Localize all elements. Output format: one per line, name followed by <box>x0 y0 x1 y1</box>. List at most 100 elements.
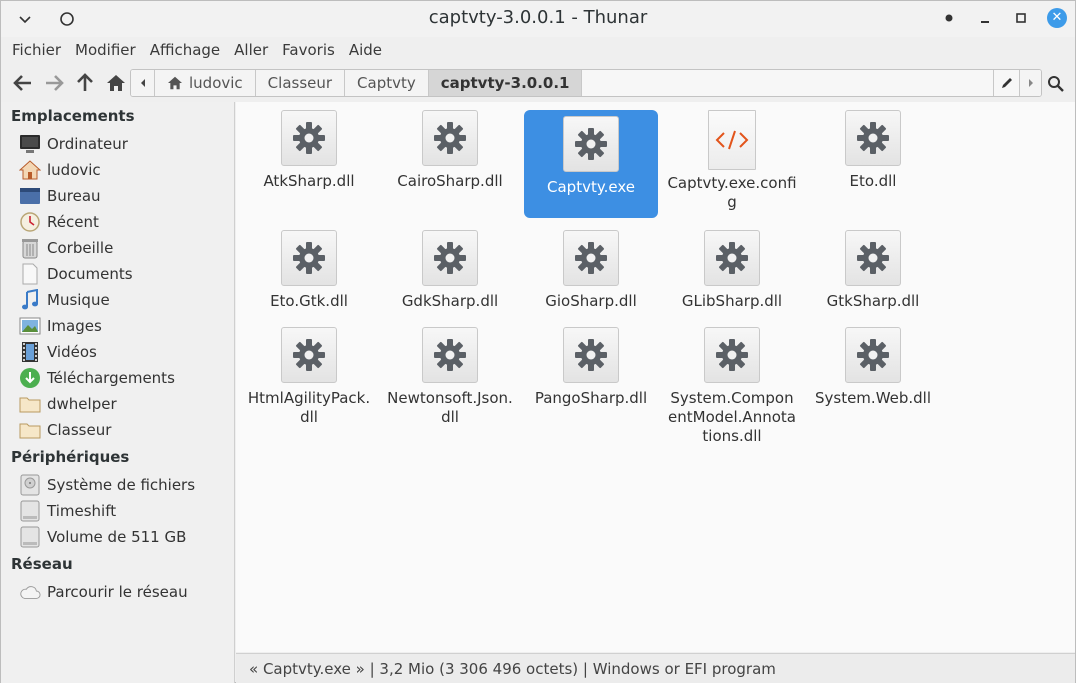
file-item[interactable]: CairoSharp.dll <box>383 110 517 191</box>
gear-icon <box>422 327 478 383</box>
menu-aller[interactable]: Aller <box>233 41 275 59</box>
back-arrow-icon <box>13 75 31 91</box>
chevron-right-icon <box>1028 79 1033 87</box>
sidebar-item-classeur[interactable]: Classeur <box>19 418 111 442</box>
gear-icon <box>845 110 901 166</box>
file-item[interactable]: AtkSharp.dll <box>242 110 376 191</box>
sidebar-item-label: Timeshift <box>47 502 117 520</box>
up-button[interactable] <box>71 69 99 97</box>
file-item[interactable]: Eto.dll <box>806 110 940 191</box>
sidebar-item-videos[interactable]: Vidéos <box>19 340 97 364</box>
hide-icon[interactable] <box>939 8 959 28</box>
back-button[interactable] <box>9 69 37 97</box>
sidebar-item-browse-network[interactable]: Parcourir le réseau <box>19 580 188 604</box>
gear-icon <box>422 230 478 286</box>
sidebar-item-images[interactable]: Images <box>19 314 102 338</box>
forward-button[interactable] <box>40 69 68 97</box>
file-view: AtkSharp.dll CairoSharp.dll Captvty.exe … <box>236 102 1075 652</box>
sidebar-item-documents[interactable]: Documents <box>19 262 133 286</box>
sidebar-item-volume[interactable]: Volume de 511 GB <box>19 525 186 549</box>
edit-location-button[interactable] <box>993 70 1019 96</box>
sidebar-heading-places: Emplacements <box>11 107 135 125</box>
menu-fichier[interactable]: Fichier <box>11 41 68 59</box>
file-item[interactable]: PangoSharp.dll <box>524 327 658 408</box>
drive-icon <box>19 526 41 548</box>
file-item[interactable]: System.ComponentModel.Annotations.dll <box>665 327 799 446</box>
home-button[interactable] <box>102 69 130 97</box>
sidebar-item-label: Vidéos <box>47 343 97 361</box>
file-name: AtkSharp.dll <box>263 172 355 190</box>
breadcrumb-label: ludovic <box>189 74 243 92</box>
file-item[interactable]: GLibSharp.dll <box>665 230 799 311</box>
home-icon <box>168 76 182 90</box>
menu-aide[interactable]: Aide <box>348 41 389 59</box>
maximize-icon[interactable] <box>1011 8 1031 28</box>
search-icon <box>1048 76 1064 92</box>
search-button[interactable] <box>1045 73 1067 95</box>
file-name: Captvty.exe <box>547 178 635 196</box>
forward-arrow-icon <box>46 75 64 91</box>
breadcrumb-spacer <box>582 70 993 96</box>
drive-icon <box>19 474 41 496</box>
sidebar-item-label: Ordinateur <box>47 135 128 153</box>
sidebar-item-recent[interactable]: Récent <box>19 210 99 234</box>
sidebar-item-musique[interactable]: Musique <box>19 288 110 312</box>
file-item-selected[interactable]: Captvty.exe <box>524 110 658 218</box>
menu-favoris[interactable]: Favoris <box>281 41 342 59</box>
breadcrumb-label: captvty-3.0.0.1 <box>440 74 570 92</box>
gear-icon <box>281 230 337 286</box>
gear-icon <box>422 110 478 166</box>
file-item[interactable]: GioSharp.dll <box>524 230 658 311</box>
sidebar-heading-devices: Périphériques <box>11 448 130 466</box>
file-name: GLibSharp.dll <box>681 292 783 310</box>
file-name: System.Web.dll <box>814 389 932 407</box>
home-icon <box>107 75 125 91</box>
breadcrumb-scroll-left[interactable] <box>131 70 155 96</box>
breadcrumb-scroll-right[interactable] <box>1019 70 1041 96</box>
gear-icon <box>845 230 901 286</box>
sidebar-item-label: Récent <box>47 213 99 231</box>
file-item[interactable]: Newtonsoft.Json.dll <box>383 327 517 427</box>
up-arrow-icon <box>77 73 93 91</box>
file-name: PangoSharp.dll <box>534 389 648 407</box>
sidebar-item-label: Images <box>47 317 102 335</box>
desktop-icon <box>19 185 41 207</box>
download-icon <box>19 367 41 389</box>
breadcrumb-ludovic[interactable]: ludovic <box>155 70 256 96</box>
menu-modifier[interactable]: Modifier <box>74 41 143 59</box>
sidebar-item-label: Documents <box>47 265 133 283</box>
music-icon <box>19 289 41 311</box>
menu-affichage[interactable]: Affichage <box>149 41 227 59</box>
sidebar-item-telechargements[interactable]: Téléchargements <box>19 366 175 390</box>
file-name: GdkSharp.dll <box>401 292 499 310</box>
image-icon <box>19 315 41 337</box>
breadcrumb-classeur[interactable]: Classeur <box>255 70 346 96</box>
sidebar-item-label: dwhelper <box>47 395 117 413</box>
file-item[interactable]: HtmlAgilityPack.dll <box>242 327 376 427</box>
file-item[interactable]: GtkSharp.dll <box>806 230 940 311</box>
minimize-icon[interactable] <box>975 8 995 28</box>
sidebar-item-ludovic[interactable]: ludovic <box>19 158 101 182</box>
folder-icon <box>19 419 41 441</box>
sidebar-item-label: Musique <box>47 291 110 309</box>
file-item[interactable]: System.Web.dll <box>806 327 940 408</box>
xml-icon <box>708 110 756 170</box>
sidebar-item-label: Parcourir le réseau <box>47 583 188 601</box>
file-item[interactable]: GdkSharp.dll <box>383 230 517 311</box>
sidebar-item-filesystem[interactable]: Système de fichiers <box>19 473 195 497</box>
gear-icon <box>281 327 337 383</box>
drive-icon <box>19 500 41 522</box>
status-text: « Captvty.exe » | 3,2 Mio (3 306 496 oct… <box>249 659 776 678</box>
breadcrumb-captvty[interactable]: Captvty <box>345 70 429 96</box>
close-icon[interactable]: ✕ <box>1047 8 1067 28</box>
sidebar-item-timeshift[interactable]: Timeshift <box>19 499 116 523</box>
sidebar-item-corbeille[interactable]: Corbeille <box>19 236 113 260</box>
sidebar-item-bureau[interactable]: Bureau <box>19 184 101 208</box>
sidebar-item-ordinateur[interactable]: Ordinateur <box>19 132 128 156</box>
sidebar-item-dwhelper[interactable]: dwhelper <box>19 392 117 416</box>
status-bar: « Captvty.exe » | 3,2 Mio (3 306 496 oct… <box>236 653 1075 683</box>
video-icon <box>19 341 41 363</box>
breadcrumb-current[interactable]: captvty-3.0.0.1 <box>428 70 583 96</box>
file-item[interactable]: Captvty.exe.config <box>665 110 799 212</box>
file-item[interactable]: Eto.Gtk.dll <box>242 230 376 311</box>
